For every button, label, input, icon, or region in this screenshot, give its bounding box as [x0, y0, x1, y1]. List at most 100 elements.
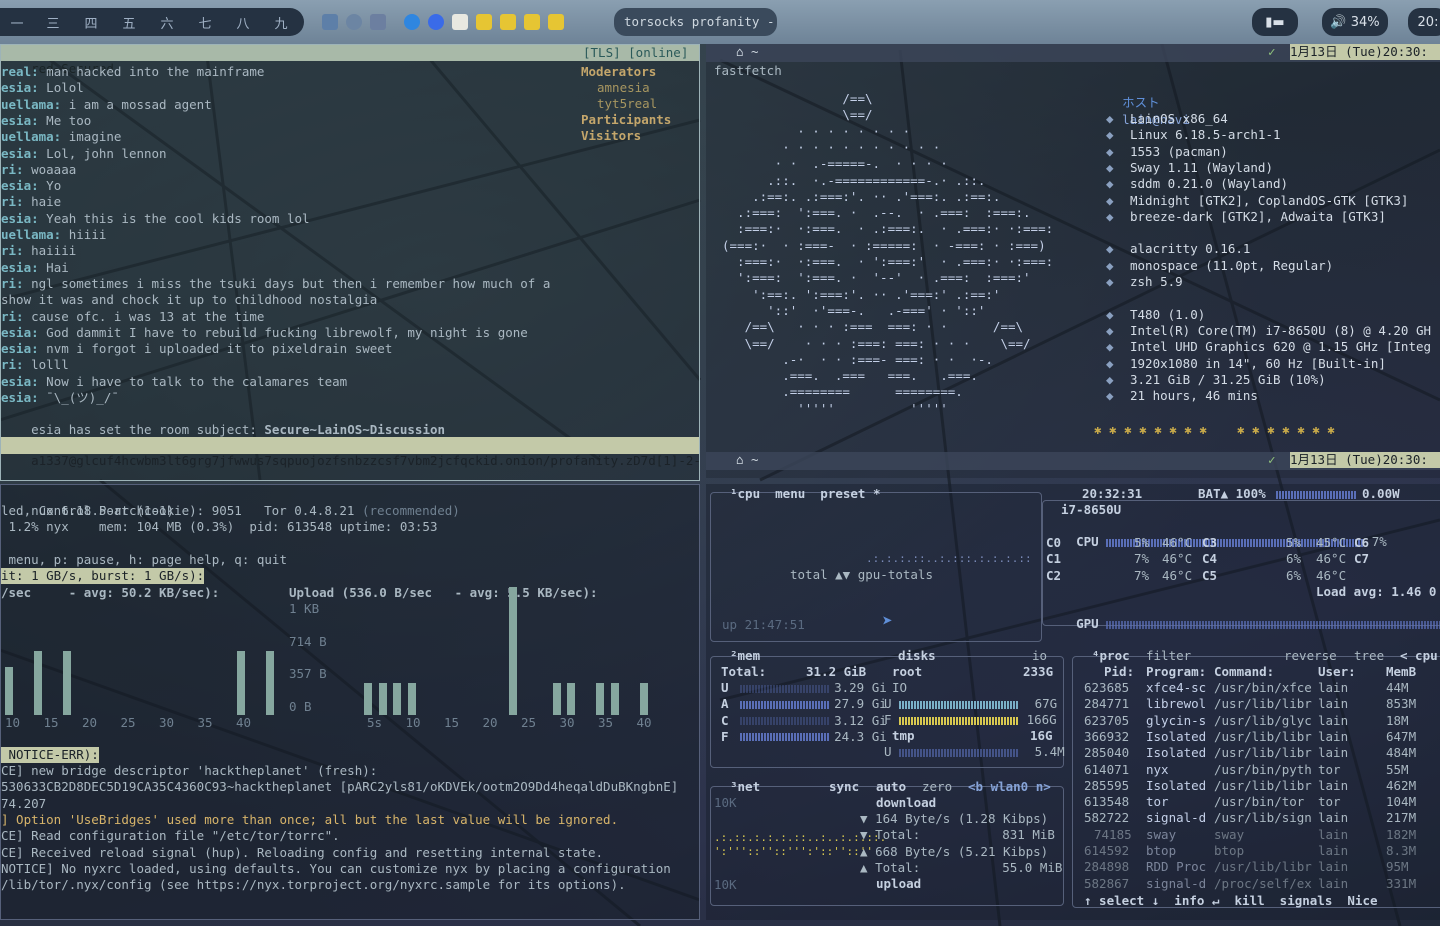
alert-icon-4[interactable] [548, 14, 564, 30]
workspace-9[interactable]: 九 [262, 13, 300, 32]
mem-row-label: A [721, 696, 737, 712]
upload-bar [552, 683, 561, 715]
y-axis-label: 0 B [289, 698, 312, 714]
message-nick: esia: [1, 373, 39, 389]
message-text: cause ofc. i was 13 at the time [23, 308, 265, 324]
folder-icon[interactable] [322, 14, 338, 30]
fastfetch-pane: ⌂ ~ ✓ 1月13日 (Tue)20:30: fastfetch /==\ \… [706, 44, 1440, 478]
mem-row: U 3.29 Gi [721, 680, 887, 696]
disks-io[interactable]: io [1032, 648, 1047, 664]
net-interface[interactable]: <b wlan0 n> [968, 779, 1051, 795]
chat-message: ri: lolll [1, 357, 69, 373]
message-text: imagine [61, 129, 122, 145]
chat-statusline: a1337@glcuf4hcwbm3lt6grg7jfwwus7sqpuojoz… [1, 437, 699, 468]
proc-column-header[interactable]: Command: [1214, 664, 1274, 680]
alert-icon-1[interactable] [476, 14, 492, 30]
core-stat: 6% [1286, 551, 1302, 567]
info-value: Intel UHD Graphics 620 @ 1.15 GHz [Integ [1130, 339, 1432, 355]
workspace-1[interactable]: 一 [0, 13, 34, 32]
core-stat: C4 [1202, 551, 1218, 567]
proc-filter[interactable]: filter [1146, 648, 1191, 664]
os-icon: ◆ [1106, 111, 1114, 126]
x-axis-label: 10 [405, 715, 421, 730]
core-stat: C6 [1354, 535, 1370, 550]
proc-column-header[interactable]: MemB [1386, 664, 1416, 680]
proc-reverse[interactable]: reverse [1284, 648, 1337, 664]
message-text: haie [23, 194, 62, 210]
net-auto[interactable]: auto [876, 779, 906, 795]
roster-member[interactable]: amnesia [597, 80, 650, 96]
cpu-tabs[interactable]: ¹cpu menu preset * [730, 486, 881, 502]
proc-cell: lain [1318, 826, 1349, 842]
speaker-icon: 🔊 [1330, 14, 1351, 30]
proc-sort[interactable]: < cpu [1400, 648, 1438, 664]
workspace-3[interactable]: 三 [34, 13, 72, 32]
check-icon: ✓ [1268, 452, 1276, 467]
message-text: God dammit I have to rebuild fucking lib… [38, 324, 528, 340]
proc-cell: 8.3M [1386, 843, 1417, 858]
message-nick: ri: [1, 308, 24, 324]
mem-row: F 24.3 Gi [721, 729, 887, 745]
shell-icon: ◆ [1106, 274, 1114, 289]
proc-cell: /usr/lib/libr [1214, 745, 1312, 761]
ascii-line: ':==:. ':===:'. ·· .'===:' .:==:' [722, 286, 1001, 302]
proc-cell: 613548 [1084, 794, 1130, 810]
cpu-icon: ◆ [1106, 322, 1114, 338]
mem-meter [740, 733, 831, 742]
workspace-8[interactable]: 八 [224, 13, 262, 32]
workspace-5[interactable]: 五 [110, 13, 148, 32]
info-value: 1920x1080 in 14", 60 Hz [Built-in] [1130, 355, 1386, 371]
ascii-line: .:==:. .:===:'. ·· .'===:. .:==:. [722, 188, 1001, 204]
mem-row-label: U [721, 680, 737, 695]
proc-cell: /usr/lib/libr [1214, 859, 1312, 875]
chat-message: esia: Me too [1, 113, 91, 129]
x-axis-label: 25 [521, 715, 537, 730]
proc-cell: 217M [1386, 810, 1417, 826]
proc-column-header[interactable]: Program: [1146, 664, 1206, 680]
disks-title[interactable]: disks [898, 648, 936, 664]
core-stat: C2 [1046, 567, 1062, 583]
host-label: ホスト [1122, 95, 1160, 111]
browser-icon[interactable] [404, 14, 420, 30]
net-title[interactable]: ³net [730, 779, 760, 795]
moon-icon[interactable] [346, 14, 362, 30]
message-text: Lol, john lennon [38, 145, 167, 161]
disk-io: IO [892, 680, 908, 695]
mem-title[interactable]: ²mem [730, 648, 760, 664]
proc-column-header[interactable]: User: [1318, 664, 1356, 680]
mouse-cursor-icon: ➤ [882, 611, 893, 632]
volume-indicator[interactable]: 🔊 34% [1322, 8, 1388, 36]
disk-tmp: tmp [892, 728, 915, 743]
workspace-switcher: 一 三 四 五 六 七 八 九 [0, 8, 304, 36]
window-icon[interactable] [370, 14, 386, 30]
app-tray [322, 10, 564, 34]
proc-column-header[interactable]: Pid: [1104, 664, 1134, 680]
signal-icon[interactable] [428, 14, 444, 30]
log-header: NOTICE-ERR): [1, 747, 99, 764]
core-stat: 7% [1134, 567, 1150, 583]
proc-cell: 623705 [1084, 712, 1130, 728]
alert-icon-3[interactable] [524, 14, 540, 30]
proc-cell: 182M [1386, 826, 1417, 842]
net-zero[interactable]: zero [922, 779, 952, 795]
kernel-icon: ◆ [1106, 127, 1114, 143]
network-monitor-icon[interactable]: ▮▬ [1252, 8, 1298, 36]
workspace-4[interactable]: 四 [72, 13, 110, 32]
proc-title[interactable]: ⁴proc [1092, 648, 1130, 664]
roster-member[interactable]: tyt5real [597, 96, 657, 112]
message-nick: esia: [1, 112, 39, 128]
workspace-7[interactable]: 七 [186, 13, 224, 32]
info-value: T480 (1.0) [1130, 306, 1206, 322]
upload-bar [567, 683, 575, 715]
message-nick: real: [1, 64, 39, 79]
chat-message: esia: Hai [1, 260, 69, 276]
ascii-line: (===:· · :===- · :=====: · -===: · :===) [722, 237, 1046, 253]
proc-cell: lain [1318, 859, 1349, 875]
ascii-line: .======== ========. [722, 384, 963, 400]
editor-icon[interactable] [452, 14, 468, 30]
proc-tree[interactable]: tree [1354, 648, 1384, 664]
net-sync[interactable]: sync [829, 779, 859, 795]
net-scale-bot: 10K [714, 877, 737, 892]
workspace-6[interactable]: 六 [148, 13, 186, 32]
alert-icon-2[interactable] [500, 14, 516, 30]
